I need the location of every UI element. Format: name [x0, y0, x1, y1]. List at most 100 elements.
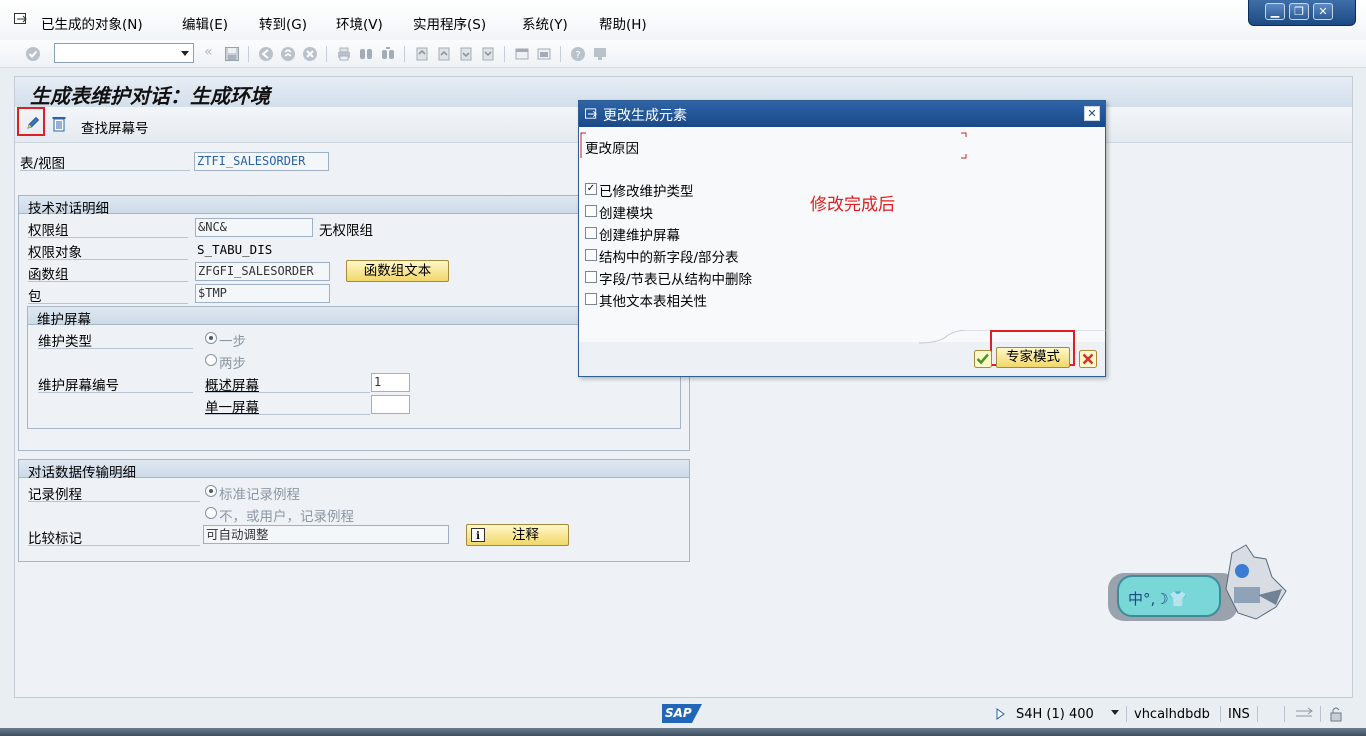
annotation-text: 修改完成后 [810, 195, 895, 215]
host-name: vhcalhdbdb [1134, 707, 1210, 722]
transport-group-title: 对话数据传输明细 [28, 465, 136, 481]
minimize-icon[interactable]: ▁ [1265, 3, 1285, 20]
dialog-title-bar: 更改生成元素 ✕ [579, 101, 1105, 127]
insert-mode: INS [1228, 707, 1250, 722]
recording-none-radio[interactable] [205, 507, 217, 519]
menu-edit[interactable]: 编辑(E) [182, 13, 228, 33]
lock-icon [1330, 707, 1342, 722]
dialog-footer: 专家模式 [579, 330, 1107, 376]
os-taskbar [0, 728, 1366, 736]
next-page-icon[interactable] [458, 46, 474, 62]
ime-status-text: 中°,☽👕 [1128, 590, 1188, 608]
option-create-maint-screen-checkbox[interactable] [585, 227, 597, 239]
screen-no-label: 维护屏幕编号 [38, 378, 119, 394]
function-group-label: 函数组 [28, 267, 69, 283]
compare-flag-field[interactable]: 可自动调整 [203, 525, 449, 544]
previous-page-icon[interactable] [436, 46, 452, 62]
menu-system[interactable]: 系统(Y) [522, 13, 568, 33]
option-field-deleted-label: 字段/节表已从结构中删除 [599, 272, 753, 288]
dialog-window-icon [585, 108, 597, 119]
reason-brackets [580, 132, 967, 159]
standard-toolbar: « ? [0, 40, 1366, 68]
double-left-icon[interactable]: « [204, 44, 220, 60]
option-new-field-label: 结构中的新字段/部分表 [599, 250, 739, 266]
pencil-icon[interactable] [25, 115, 41, 131]
recording-standard-label: 标准记录例程 [219, 487, 300, 503]
find-next-icon[interactable] [380, 46, 396, 62]
resize-icon [1296, 707, 1313, 717]
recording-standard-radio[interactable] [205, 485, 217, 497]
package-field[interactable]: $TMP [195, 284, 330, 303]
overview-screen-label: 概述屏幕 [205, 378, 259, 394]
maint-type-two-step-label: 两步 [219, 356, 246, 372]
auth-group-field[interactable]: &NC& [195, 218, 313, 237]
ime-widget[interactable]: 中°,☽👕 [1106, 543, 1290, 627]
option-modified-maint-type-label: 已修改维护类型 [599, 184, 694, 200]
package-label: 包 [28, 289, 42, 305]
exit-icon[interactable] [280, 46, 296, 62]
auth-group-text: 无权限组 [319, 223, 373, 239]
option-create-module-checkbox[interactable] [585, 205, 597, 217]
cancel-x-icon[interactable] [1079, 350, 1097, 368]
compare-flag-label: 比较标记 [28, 531, 82, 547]
first-page-icon[interactable] [414, 46, 430, 62]
menu-goto[interactable]: 转到(G) [259, 13, 307, 33]
system-info: S4H (1) 400 [1016, 707, 1094, 722]
maint-type-two-step-radio[interactable] [205, 354, 217, 366]
dialog-title: 更改生成元素 [603, 108, 687, 124]
function-group-text-button[interactable]: 函数组文本 [346, 260, 449, 282]
option-text-table-checkbox[interactable] [585, 293, 597, 305]
auth-group-label: 权限组 [28, 223, 69, 239]
menu-environment[interactable]: 环境(V) [336, 13, 383, 33]
single-screen-field[interactable] [371, 395, 410, 414]
maint-type-label: 维护类型 [38, 334, 92, 350]
enter-icon[interactable] [25, 46, 41, 62]
confirm-check-icon[interactable] [974, 350, 992, 368]
note-button[interactable]: i 注释 [466, 524, 569, 546]
menu-generated-objects[interactable]: 已生成的对象(N) [41, 13, 143, 33]
find-icon[interactable] [358, 46, 374, 62]
expert-mode-button[interactable]: 专家模式 [996, 347, 1070, 368]
option-create-module-label: 创建模块 [599, 206, 653, 222]
window-controls: ▁ ❐ ✕ [1248, 0, 1356, 26]
new-session-icon[interactable] [514, 46, 530, 62]
overview-screen-field[interactable]: 1 [371, 373, 410, 392]
cancel-icon[interactable] [302, 46, 318, 62]
svg-text:i: i [476, 531, 480, 542]
back-icon[interactable] [258, 46, 274, 62]
system-dropdown-icon[interactable] [1111, 710, 1119, 715]
menu-utilities[interactable]: 实用程序(S) [413, 13, 486, 33]
save-icon[interactable] [224, 46, 240, 62]
print-icon[interactable] [336, 46, 352, 62]
option-modified-maint-type-checkbox[interactable]: ✓ [585, 183, 597, 195]
maint-type-one-step-radio[interactable] [205, 332, 217, 344]
last-page-icon[interactable] [480, 46, 496, 62]
delete-icon[interactable] [51, 115, 67, 132]
play-triangle-icon[interactable] [996, 708, 1005, 720]
tech-dialog-group-title: 技术对话明细 [28, 201, 109, 217]
recording-routine-label: 记录例程 [28, 487, 82, 503]
auth-object-label: 权限对象 [28, 245, 82, 261]
change-elements-dialog: 更改生成元素 ✕ 更改原因 ✓ 已修改维护类型 创建模块 创建维护屏幕 结构中的… [578, 100, 1107, 377]
sap-logo: SAP [662, 704, 702, 723]
function-group-field[interactable]: ZFGFI_SALESORDER [195, 262, 330, 281]
maximize-icon[interactable]: ❐ [1289, 3, 1309, 20]
customize-layout-icon[interactable] [592, 46, 608, 62]
command-field[interactable] [54, 43, 194, 63]
option-new-field-checkbox[interactable] [585, 249, 597, 261]
find-screen-button[interactable]: 查找屏幕号 [81, 117, 149, 137]
shortcut-icon[interactable] [536, 46, 552, 62]
help-icon[interactable]: ? [570, 46, 586, 62]
menu-bar: 已生成的对象(N) 编辑(E) 转到(G) 环境(V) 实用程序(S) 系统(Y… [0, 0, 1366, 40]
table-view-field[interactable]: ZTFI_SALESORDER [194, 152, 329, 171]
dialog-close-icon[interactable]: ✕ [1084, 106, 1100, 121]
svg-text:?: ? [575, 50, 580, 61]
note-button-label: 注释 [512, 527, 539, 543]
option-field-deleted-checkbox[interactable] [585, 271, 597, 283]
chevron-down-icon[interactable] [181, 51, 189, 56]
close-icon[interactable]: ✕ [1313, 3, 1333, 20]
recording-none-label: 不，或用户，记录例程 [219, 509, 354, 525]
menu-help[interactable]: 帮助(H) [599, 13, 647, 33]
menu-window-icon[interactable] [14, 13, 28, 25]
single-screen-label: 单一屏幕 [205, 400, 259, 416]
